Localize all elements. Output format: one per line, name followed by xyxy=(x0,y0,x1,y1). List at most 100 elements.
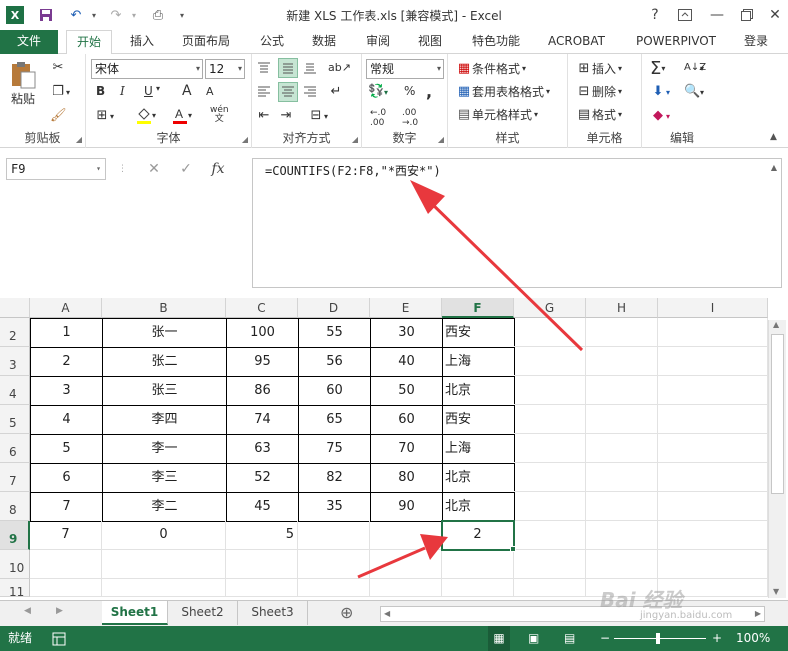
decrease-indent-icon[interactable]: ⇤ xyxy=(256,108,272,124)
cell-e10[interactable] xyxy=(370,550,442,579)
tab-insert[interactable]: 插入 xyxy=(120,30,164,54)
bold-button[interactable]: B xyxy=(96,84,105,98)
cell-a10[interactable] xyxy=(30,550,102,579)
increase-font-button[interactable]: A xyxy=(182,83,192,99)
row-header-4[interactable]: 4 xyxy=(0,376,30,405)
tab-formulas[interactable]: 公式 xyxy=(250,30,294,54)
cell-h7[interactable] xyxy=(586,463,658,492)
number-format-select[interactable]: 常规 ▾ xyxy=(366,59,444,79)
minimize-button[interactable]: — xyxy=(704,4,730,26)
cell-f3[interactable]: 上海 xyxy=(442,347,515,377)
cell-h4[interactable] xyxy=(586,376,658,405)
font-family-select[interactable]: 宋体 ▾ xyxy=(91,59,203,79)
increase-decimal-icon[interactable]: ←.0.00 xyxy=(370,108,386,128)
scroll-right-icon[interactable]: ▶ xyxy=(755,609,761,618)
cell-e7[interactable]: 80 xyxy=(370,463,443,493)
font-launcher-icon[interactable]: ◢ xyxy=(242,135,248,144)
cell-c2[interactable]: 100 xyxy=(226,318,299,348)
cell-b11[interactable] xyxy=(102,579,226,597)
align-right-icon[interactable] xyxy=(302,84,318,100)
decrease-font-button[interactable]: A xyxy=(206,85,214,98)
align-center-icon[interactable] xyxy=(278,82,298,102)
cell-i8[interactable] xyxy=(658,492,768,521)
cell-c6[interactable]: 63 xyxy=(226,434,299,464)
cell-e11[interactable] xyxy=(370,579,442,597)
accounting-format-icon[interactable]: 💱 ▾ xyxy=(368,84,388,100)
cell-h10[interactable] xyxy=(586,550,658,579)
cell-f10[interactable] xyxy=(442,550,514,579)
cell-d10[interactable] xyxy=(298,550,370,579)
format-as-table-button[interactable]: ▦ 套用表格格式 ▾ xyxy=(456,83,550,100)
zoom-level[interactable]: 100% xyxy=(736,626,770,651)
cell-g10[interactable] xyxy=(514,550,586,579)
cell-i3[interactable] xyxy=(658,347,768,376)
cell-c10[interactable] xyxy=(226,550,298,579)
comma-button[interactable]: , xyxy=(426,82,432,101)
cell-a8[interactable]: 7 xyxy=(30,492,103,522)
italic-button[interactable]: I xyxy=(120,84,125,98)
row-header-7[interactable]: 7 xyxy=(0,463,30,492)
cell-d6[interactable]: 75 xyxy=(298,434,371,464)
select-all-corner[interactable] xyxy=(0,298,30,318)
cell-g5[interactable] xyxy=(514,405,586,434)
underline-button[interactable]: U xyxy=(144,84,153,98)
cell-b10[interactable] xyxy=(102,550,226,579)
percent-button[interactable]: % xyxy=(404,84,415,98)
row-header-9[interactable]: 9 xyxy=(0,521,30,550)
insert-cells-button[interactable]: ⊞ 插入 ▾ xyxy=(576,60,622,77)
scroll-up-icon[interactable]: ▲ xyxy=(773,320,779,329)
underline-dropdown-icon[interactable]: ▾ xyxy=(156,84,160,93)
cell-i6[interactable] xyxy=(658,434,768,463)
cell-f6[interactable]: 上海 xyxy=(442,434,515,464)
column-header-d[interactable]: D xyxy=(298,298,370,318)
sheet-tab-sheet3[interactable]: Sheet3 xyxy=(238,601,308,625)
name-box[interactable]: F9 ▾ xyxy=(6,158,106,180)
cell-b6[interactable]: 李一 xyxy=(102,434,227,464)
cell-b5[interactable]: 李四 xyxy=(102,405,227,435)
alignment-launcher-icon[interactable]: ◢ xyxy=(352,135,358,144)
align-middle-icon[interactable] xyxy=(278,58,298,78)
macro-record-icon[interactable] xyxy=(52,626,66,651)
cell-c5[interactable]: 74 xyxy=(226,405,299,435)
orientation-icon[interactable]: ab↗ xyxy=(328,60,351,76)
tab-special-features[interactable]: 特色功能 xyxy=(462,30,530,54)
cell-i4[interactable] xyxy=(658,376,768,405)
font-color-icon[interactable]: A ▾ xyxy=(172,106,192,124)
cell-a4[interactable]: 3 xyxy=(30,376,103,406)
zoom-slider[interactable] xyxy=(614,626,706,651)
tab-view[interactable]: 视图 xyxy=(408,30,452,54)
cell-g8[interactable] xyxy=(514,492,586,521)
cell-h8[interactable] xyxy=(586,492,658,521)
clear-icon[interactable]: ◆ ▾ xyxy=(650,108,670,124)
insert-function-icon[interactable]: fx xyxy=(202,161,234,177)
sheet-tab-sheet2[interactable]: Sheet2 xyxy=(168,601,238,625)
cell-i10[interactable] xyxy=(658,550,768,579)
cell-e8[interactable]: 90 xyxy=(370,492,443,522)
cell-f2[interactable]: 西安 xyxy=(442,318,515,348)
vertical-scrollbar[interactable]: ▲ ▼ xyxy=(768,320,786,598)
new-sheet-button[interactable]: ⊕ xyxy=(340,603,353,622)
enter-icon[interactable]: ✓ xyxy=(170,161,202,177)
cell-i5[interactable] xyxy=(658,405,768,434)
merge-center-icon[interactable]: ⊟ ▾ xyxy=(308,108,328,124)
cell-h9[interactable] xyxy=(586,521,658,550)
cell-h2[interactable] xyxy=(586,318,658,347)
row-header-10[interactable]: 10 xyxy=(0,550,30,579)
zoom-in-button[interactable]: + xyxy=(712,626,722,651)
tab-file[interactable]: 文件 xyxy=(0,30,58,54)
cell-f5[interactable]: 西安 xyxy=(442,405,515,435)
tab-powerpivot[interactable]: POWERPIVOT xyxy=(626,30,726,54)
ribbon-display-options-icon[interactable] xyxy=(672,4,698,26)
phonetic-guide-icon[interactable]: wén 文 xyxy=(210,106,229,124)
cell-f4[interactable]: 北京 xyxy=(442,376,515,406)
row-header-11[interactable]: 11 xyxy=(0,579,30,599)
cell-g3[interactable] xyxy=(514,347,586,376)
restore-button[interactable] xyxy=(734,4,760,26)
cell-h5[interactable] xyxy=(586,405,658,434)
fill-icon[interactable]: ⬇ ▾ xyxy=(650,84,670,100)
cell-d4[interactable]: 60 xyxy=(298,376,371,406)
cell-c9[interactable]: 5 xyxy=(226,521,298,550)
scroll-left-icon[interactable]: ◀ xyxy=(384,609,390,618)
page-layout-view-icon[interactable]: ▣ xyxy=(528,626,539,651)
cell-b4[interactable]: 张三 xyxy=(102,376,227,406)
